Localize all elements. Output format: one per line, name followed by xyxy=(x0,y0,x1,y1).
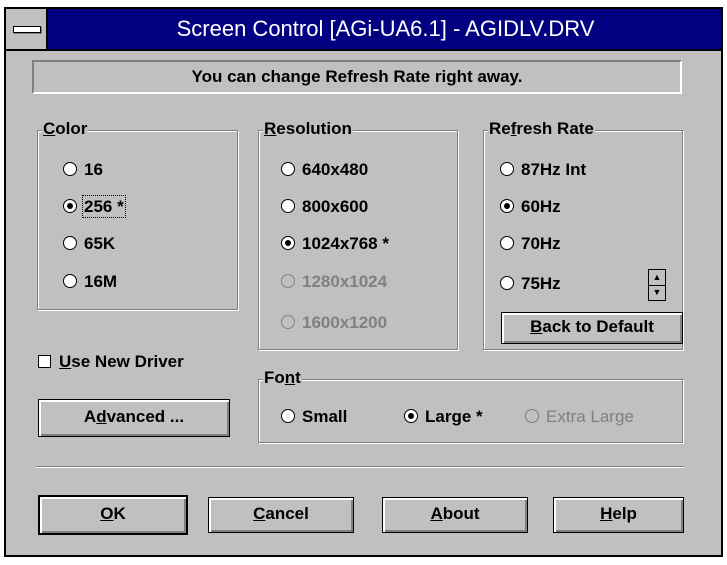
radio-button-icon xyxy=(500,236,514,250)
radio-button-disabled-icon xyxy=(281,315,295,329)
radio-button-disabled-icon xyxy=(525,409,539,423)
resolution-radio-800x600[interactable]: 800x600 xyxy=(281,197,368,217)
refresh-radio-75hz[interactable]: 75Hz xyxy=(500,274,561,294)
resolution-radio-1280x1024: 1280x1024 xyxy=(281,272,387,292)
window-title: Screen Control [AGi-UA6.1] - AGIDLV.DRV xyxy=(176,16,595,41)
back-to-default-button[interactable]: Back to Default xyxy=(501,312,683,344)
radio-button-checked-icon xyxy=(63,199,77,213)
system-menu-button[interactable] xyxy=(6,9,48,49)
radio-button-icon xyxy=(281,199,295,213)
color-radio-65k[interactable]: 65K xyxy=(63,234,115,254)
cancel-button[interactable]: Cancel xyxy=(208,497,354,533)
color-radio-16[interactable]: 16 xyxy=(63,160,103,180)
radio-button-checked-icon xyxy=(281,236,295,250)
font-radio-small[interactable]: Small xyxy=(281,407,347,427)
color-group-label: Color xyxy=(42,119,89,139)
checkbox-icon xyxy=(38,355,51,368)
radio-button-icon xyxy=(63,236,77,250)
advanced-button[interactable]: Advanced ... xyxy=(38,399,230,437)
radio-button-icon xyxy=(63,162,77,176)
font-radio-extra-large: Extra Large xyxy=(525,407,634,427)
spin-down-icon[interactable]: ▼ xyxy=(649,285,665,300)
refresh-radio-70hz[interactable]: 70Hz xyxy=(500,234,561,254)
spin-up-icon[interactable]: ▲ xyxy=(649,270,665,286)
refresh-radio-60hz[interactable]: 60Hz xyxy=(500,197,561,217)
help-button[interactable]: Help xyxy=(553,497,684,533)
refresh-rate-group-label: Refresh Rate xyxy=(488,119,595,139)
title-bar: Screen Control [AGi-UA6.1] - AGIDLV.DRV xyxy=(6,9,721,51)
font-radio-large[interactable]: Large * xyxy=(404,407,483,427)
system-menu-icon xyxy=(13,26,41,33)
resolution-radio-1024x768[interactable]: 1024x768 * xyxy=(281,234,389,254)
radio-button-checked-icon xyxy=(500,199,514,213)
resolution-radio-640x480[interactable]: 640x480 xyxy=(281,160,368,180)
color-radio-16m[interactable]: 16M xyxy=(63,272,117,292)
radio-button-disabled-icon xyxy=(281,274,295,288)
font-group-label: Font xyxy=(263,368,302,388)
radio-button-icon xyxy=(281,409,295,423)
ok-button[interactable]: OK xyxy=(38,495,188,535)
radio-button-icon xyxy=(63,274,77,288)
radio-button-checked-icon xyxy=(404,409,418,423)
color-radio-256[interactable]: 256 * xyxy=(63,195,126,218)
separator-line xyxy=(36,466,684,468)
radio-button-icon xyxy=(500,276,514,290)
radio-button-icon xyxy=(500,162,514,176)
use-new-driver-checkbox[interactable]: Use New Driver xyxy=(38,352,184,372)
status-message: You can change Refresh Rate right away. xyxy=(32,60,682,94)
radio-button-icon xyxy=(281,162,295,176)
about-button[interactable]: About xyxy=(382,497,528,533)
resolution-radio-1600x1200: 1600x1200 xyxy=(281,313,387,333)
refresh-radio-87hz-int[interactable]: 87Hz Int xyxy=(500,160,586,180)
resolution-group-label: Resolution xyxy=(263,119,353,139)
refresh-rate-spinner[interactable]: ▲ ▼ xyxy=(648,269,666,301)
